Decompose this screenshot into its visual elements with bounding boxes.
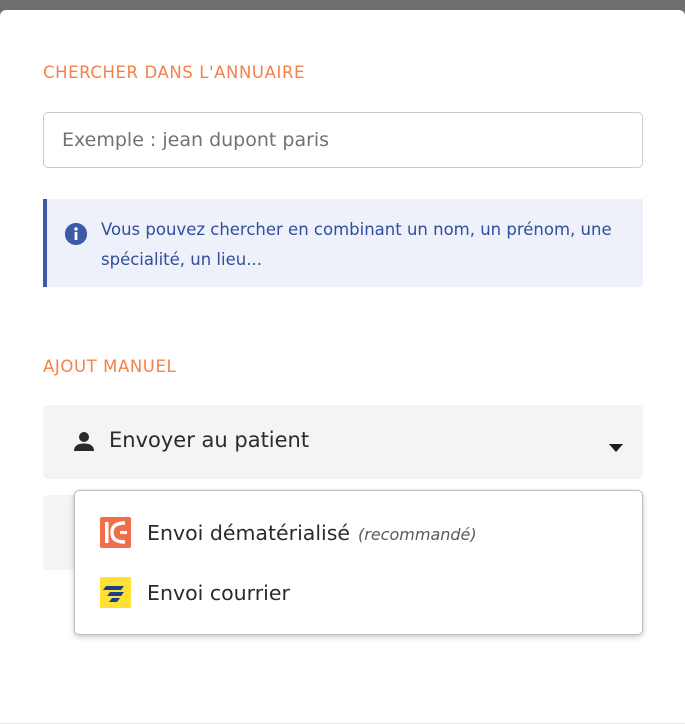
info-icon — [65, 223, 87, 245]
lifen-logo-icon — [100, 517, 131, 548]
backdrop-bar — [0, 0, 685, 10]
caret-down-icon[interactable] — [609, 438, 623, 452]
dropdown-option-label: Envoi dématérialisé (recommandé) — [147, 521, 477, 545]
search-info-text: Vous pouvez chercher en combinant un nom… — [101, 220, 612, 269]
la-poste-logo-icon — [100, 577, 131, 608]
recipient-type-select[interactable]: Envoyer au patient — [43, 405, 643, 479]
recipient-type-value: Envoyer au patient — [109, 428, 310, 452]
manual-section-title: AJOUT MANUEL — [43, 357, 177, 376]
dropdown-option-mail[interactable]: Envoi courrier — [75, 567, 642, 625]
search-info-box: Vous pouvez chercher en combinant un nom… — [43, 199, 643, 287]
dropdown-option-digital[interactable]: Envoi dématérialisé (recommandé) — [75, 507, 642, 565]
directory-search-input[interactable] — [43, 112, 643, 168]
recommended-note: (recommandé) — [358, 525, 477, 544]
person-icon — [73, 431, 95, 453]
dropdown-option-label: Envoi courrier — [147, 581, 290, 605]
recipient-type-dropdown: Envoi dématérialisé (recommandé) Envoi co… — [74, 490, 643, 635]
directory-section-title: CHERCHER DANS L'ANNUAIRE — [43, 63, 306, 82]
recipient-panel: CHERCHER DANS L'ANNUAIRE Vous pouvez che… — [0, 10, 685, 724]
